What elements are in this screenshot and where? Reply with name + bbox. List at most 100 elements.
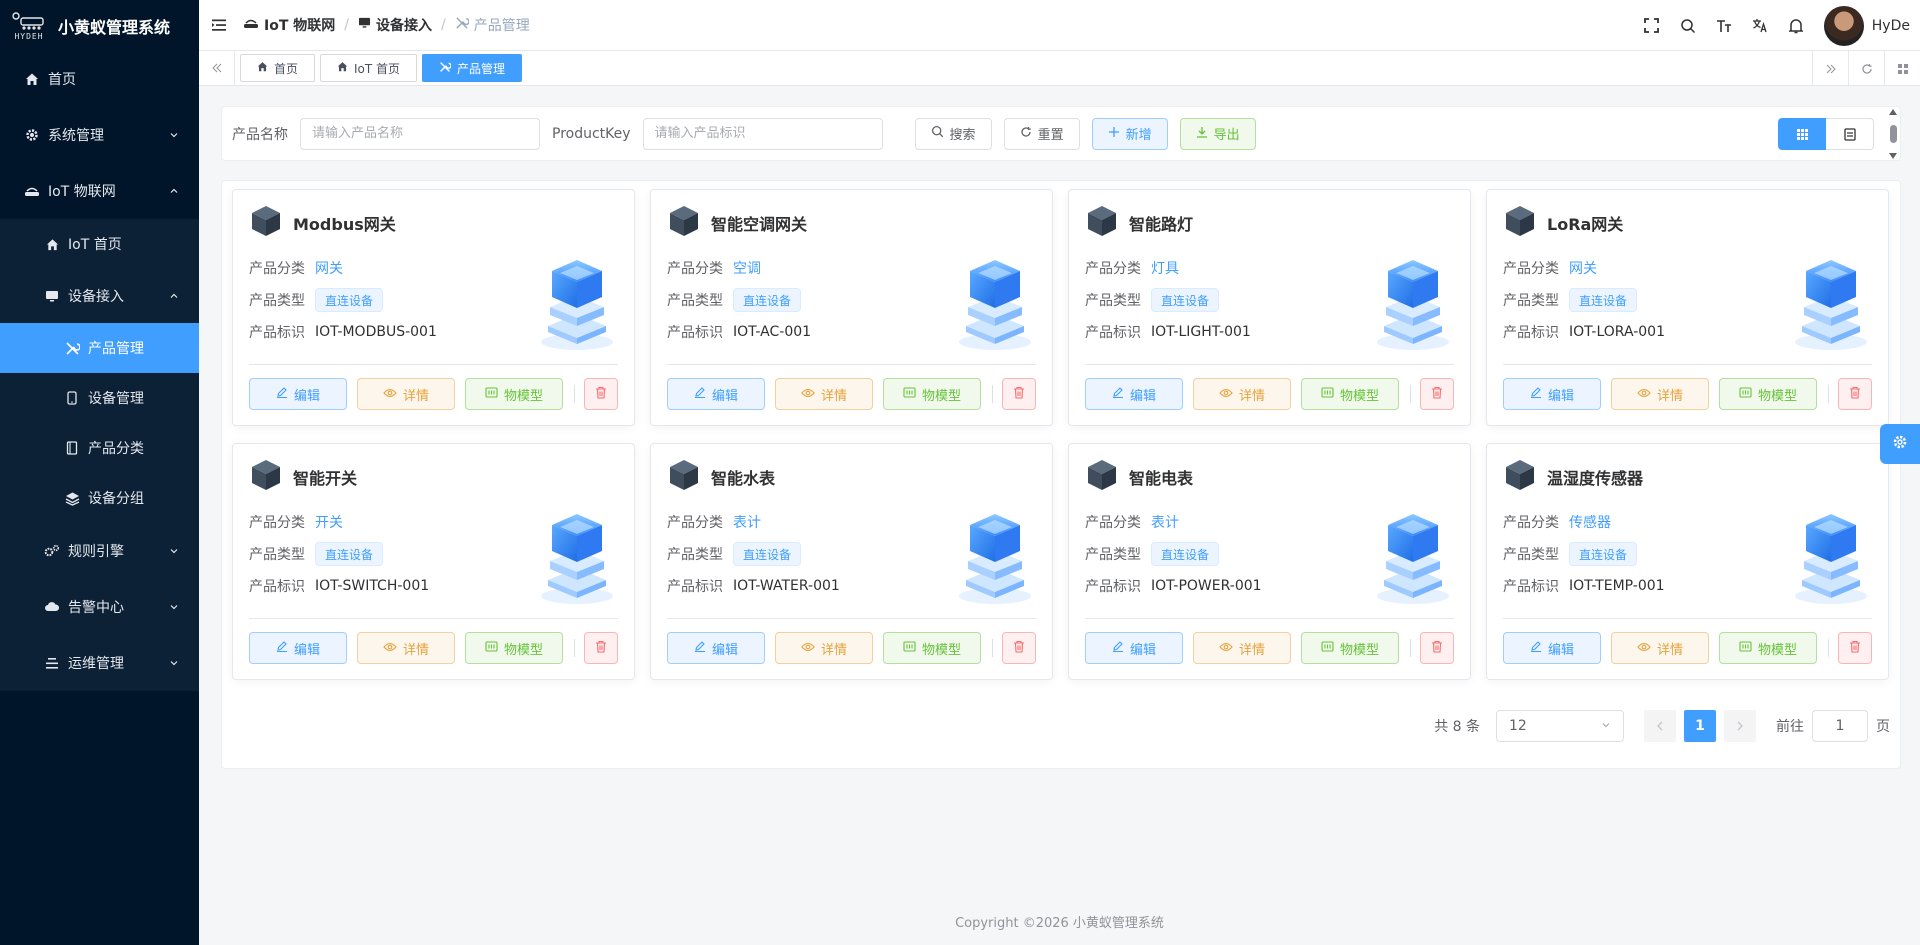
sidebar-item-alert-center[interactable]: 告警中心 <box>0 579 199 635</box>
prev-page-button[interactable] <box>1644 710 1676 742</box>
list-view-icon[interactable] <box>1826 118 1874 150</box>
product-card[interactable]: 智能水表 产品分类 表计 产品类型 直连设备 产品标识 IOT-WATER-001 编辑 详情 物… <box>650 443 1053 680</box>
detail-button[interactable]: 详情 <box>775 632 873 664</box>
sidebar-item-product-category[interactable]: 产品分类 <box>0 423 199 473</box>
sidebar-item-device-management[interactable]: 设备管理 <box>0 373 199 423</box>
product-category[interactable]: 网关 <box>315 258 343 278</box>
delete-button[interactable] <box>1420 632 1454 664</box>
delete-button[interactable] <box>1838 632 1872 664</box>
fullscreen-icon[interactable] <box>1634 8 1670 44</box>
sidebar-item-device-access[interactable]: 设备接入 <box>0 269 199 323</box>
detail-button[interactable]: 详情 <box>357 378 455 410</box>
product-name-input[interactable] <box>300 117 540 150</box>
detail-button[interactable]: 详情 <box>1611 378 1709 410</box>
edit-button-label: 编辑 <box>1129 388 1156 404</box>
delete-button[interactable] <box>1838 378 1872 410</box>
product-key: IOT-POWER-001 <box>1151 578 1262 594</box>
edit-button[interactable]: 编辑 <box>1085 632 1183 664</box>
delete-button[interactable] <box>1002 378 1036 410</box>
grid-view-icon[interactable] <box>1778 118 1826 150</box>
refresh-icon[interactable] <box>1848 51 1884 86</box>
product-card[interactable]: Modbus网关 产品分类 网关 产品类型 直连设备 产品标识 IOT-MODBUS-001… <box>232 189 635 426</box>
edit-button[interactable]: 编辑 <box>249 378 347 410</box>
sidebar-item-product-management[interactable]: 产品管理 <box>0 323 199 373</box>
product-category[interactable]: 传感器 <box>1569 512 1611 532</box>
product-category[interactable]: 表计 <box>733 512 761 532</box>
product-category[interactable]: 空调 <box>733 258 761 278</box>
edit-button[interactable]: 编辑 <box>667 378 765 410</box>
hamburger-icon[interactable] <box>211 17 227 33</box>
delete-button[interactable] <box>1420 378 1454 410</box>
product-key-input[interactable] <box>642 117 883 150</box>
thing-model-button[interactable]: 物模型 <box>1301 378 1399 410</box>
sidebar-item-home[interactable]: 首页 <box>0 51 199 107</box>
bell-icon[interactable] <box>1778 8 1814 44</box>
detail-button[interactable]: 详情 <box>775 378 873 410</box>
edit-button[interactable]: 编辑 <box>1503 378 1601 410</box>
page-number-button[interactable]: 1 <box>1684 710 1716 742</box>
add-button[interactable]: 新增 <box>1091 117 1168 150</box>
product-card[interactable]: 智能开关 产品分类 开关 产品类型 直连设备 产品标识 IOT-SWITCH-001 编辑 详情… <box>232 443 635 680</box>
product-card[interactable]: 温湿度传感器 产品分类 传感器 产品类型 直连设备 产品标识 IOT-TEMP-001 编辑 详… <box>1486 443 1889 680</box>
thing-model-button[interactable]: 物模型 <box>883 378 981 410</box>
reset-button[interactable]: 重置 <box>1003 117 1080 150</box>
edit-button[interactable]: 编辑 <box>249 632 347 664</box>
product-card[interactable]: 智能空调网关 产品分类 空调 产品类型 直连设备 产品标识 IOT-AC-001 编辑 详情 物模… <box>650 189 1053 426</box>
sidebar-item-rule-engine[interactable]: 规则引擎 <box>0 523 199 579</box>
model-icon <box>485 640 498 656</box>
product-category[interactable]: 表计 <box>1151 512 1179 532</box>
thing-model-button[interactable]: 物模型 <box>1719 378 1817 410</box>
username[interactable]: HyDe <box>1872 18 1910 34</box>
type-label: 产品类型 <box>1085 293 1141 309</box>
sidebar-item-iot[interactable]: IoT 物联网 <box>0 163 199 219</box>
font-size-icon[interactable] <box>1706 8 1742 44</box>
thing-model-button[interactable]: 物模型 <box>883 632 981 664</box>
tab-home[interactable]: 首页 <box>240 54 316 82</box>
breadcrumb-item-iot[interactable]: IoT 物联网 <box>243 15 335 35</box>
breadcrumb: IoT 物联网 / 设备接入 / 产品管理 <box>243 15 530 35</box>
product-card[interactable]: 智能电表 产品分类 表计 产品类型 直连设备 产品标识 IOT-POWER-001 编辑 详情 物… <box>1068 443 1471 680</box>
next-page-button[interactable] <box>1724 710 1756 742</box>
sidebar-item-system[interactable]: 系统管理 <box>0 107 199 163</box>
translate-icon[interactable] <box>1742 8 1778 44</box>
product-card[interactable]: 智能路灯 产品分类 灯具 产品类型 直连设备 产品标识 IOT-LIGHT-001 编辑 详情 物… <box>1068 189 1471 426</box>
tabs-scroll-right-icon[interactable] <box>1812 51 1848 86</box>
detail-button[interactable]: 详情 <box>357 632 455 664</box>
detail-button[interactable]: 详情 <box>1611 632 1709 664</box>
thing-model-button[interactable]: 物模型 <box>465 632 563 664</box>
thing-model-button[interactable]: 物模型 <box>465 378 563 410</box>
delete-button[interactable] <box>1002 632 1036 664</box>
logo[interactable]: HYDEH 小黄蚁管理系统 <box>0 0 199 51</box>
edit-button[interactable]: 编辑 <box>1503 632 1601 664</box>
sidebar-item-ops[interactable]: 运维管理 <box>0 635 199 691</box>
detail-button[interactable]: 详情 <box>1193 378 1291 410</box>
tab-product-management[interactable]: 产品管理 <box>422 54 523 82</box>
product-card[interactable]: LoRa网关 产品分类 网关 产品类型 直连设备 产品标识 IOT-LORA-001 编辑 详情… <box>1486 189 1889 426</box>
tab-iot-home[interactable]: IoT 首页 <box>320 54 418 82</box>
search-icon[interactable] <box>1670 8 1706 44</box>
thing-model-button[interactable]: 物模型 <box>1719 632 1817 664</box>
delete-button[interactable] <box>584 632 618 664</box>
detail-button[interactable]: 详情 <box>1193 632 1291 664</box>
thing-model-button[interactable]: 物模型 <box>1301 632 1399 664</box>
sidebar-item-iot-home[interactable]: IoT 首页 <box>0 219 199 269</box>
breadcrumb-item-device-access[interactable]: 设备接入 <box>358 15 432 35</box>
delete-button[interactable] <box>584 378 618 410</box>
tabs-scroll-left-icon[interactable] <box>199 50 235 86</box>
product-category[interactable]: 开关 <box>315 512 343 532</box>
goto-page-input[interactable] <box>1812 710 1868 742</box>
grid-menu-icon[interactable] <box>1884 51 1920 86</box>
search-button[interactable]: 搜索 <box>914 117 992 150</box>
scrollbar-thumb[interactable] <box>1889 125 1897 143</box>
download-icon <box>1196 126 1208 142</box>
export-button[interactable]: 导出 <box>1179 117 1256 150</box>
product-category[interactable]: 网关 <box>1569 258 1597 278</box>
edit-button[interactable]: 编辑 <box>667 632 765 664</box>
page-size-select[interactable]: 12 <box>1496 710 1624 742</box>
avatar[interactable] <box>1823 5 1864 46</box>
product-category[interactable]: 灯具 <box>1151 258 1179 278</box>
settings-button[interactable] <box>1880 424 1920 464</box>
search-panel-scrollbar[interactable] <box>1888 109 1898 159</box>
sidebar-item-device-group[interactable]: 设备分组 <box>0 473 199 523</box>
edit-button[interactable]: 编辑 <box>1085 378 1183 410</box>
